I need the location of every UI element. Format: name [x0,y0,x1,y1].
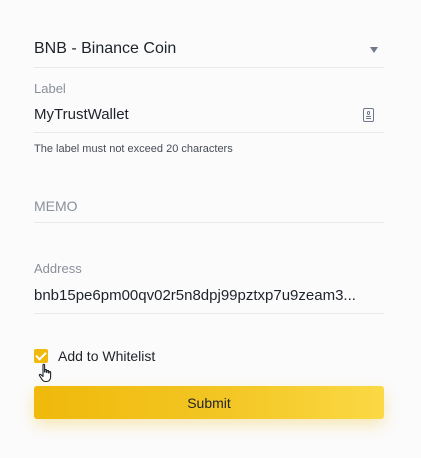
add-address-form: BNB - Binance Coin Label MyTrustWallet T… [34,0,384,458]
memo-input[interactable]: MEMO [34,197,78,215]
memo-field-underline [34,222,384,223]
label-field-underline [34,132,384,133]
whitelist-checkbox-row[interactable]: Add to Whitelist [34,347,155,365]
submit-button[interactable]: Submit [34,386,384,419]
label-input[interactable]: MyTrustWallet [34,105,129,125]
address-book-icon-line [365,116,371,117]
whitelist-checkbox[interactable] [34,349,48,363]
coin-select[interactable]: BNB - Binance Coin [34,31,384,68]
caret-down-icon[interactable] [370,47,378,53]
address-field-label: Address [34,261,82,276]
whitelist-label: Add to Whitelist [58,348,156,364]
label-helper-text: The label must not exceed 20 characters [34,143,233,155]
coin-select-value: BNB - Binance Coin [34,40,177,57]
address-field-underline [34,313,384,314]
hand-cursor-icon [38,363,52,383]
address-input[interactable]: bnb15pe6pm00qv02r5n8dpj99pztxp7u9zeam3..… [34,286,356,306]
label-field-label: Label [34,81,66,96]
address-book-icon-line [365,118,371,120]
address-book-icon[interactable] [363,108,374,122]
address-book-icon-head [366,111,370,115]
